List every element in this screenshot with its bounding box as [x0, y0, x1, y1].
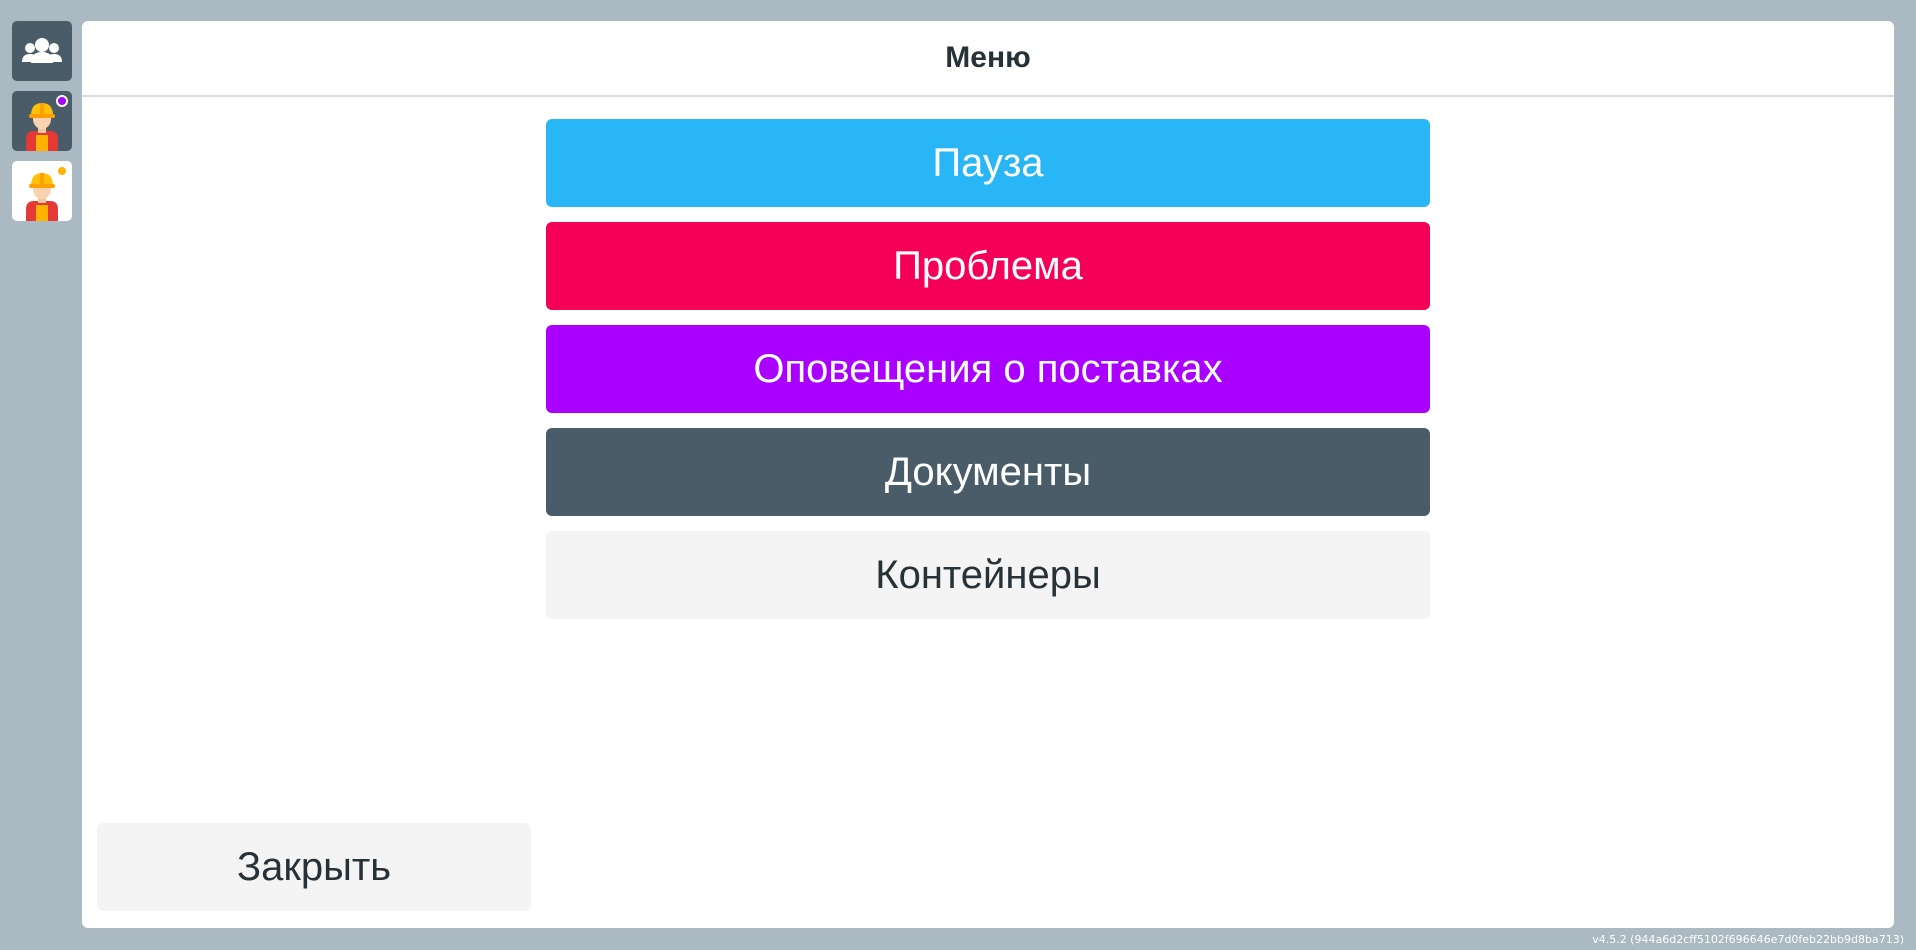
worker-profile-button-1[interactable] [12, 91, 72, 151]
close-button[interactable]: Закрыть [97, 823, 531, 911]
panel-header: Меню [82, 21, 1894, 97]
containers-button[interactable]: Контейнеры [546, 531, 1430, 619]
delivery-notifications-button[interactable]: Оповещения о поставках [546, 325, 1430, 413]
worker-profile-button-2[interactable] [12, 161, 72, 221]
documents-button[interactable]: Документы [546, 428, 1430, 516]
status-badge [56, 95, 68, 107]
menu-panel: Меню Пауза Проблема Оповещения о поставк… [82, 21, 1894, 928]
problem-button[interactable]: Проблема [546, 222, 1430, 310]
page-title: Меню [945, 41, 1031, 74]
sidebar [0, 0, 82, 950]
version-label: v4.5.2 (944a6d2cff5102f696646e7d0feb22bb… [1592, 933, 1904, 946]
users-group-icon [12, 21, 72, 81]
status-badge [56, 165, 68, 177]
pause-button[interactable]: Пауза [546, 119, 1430, 207]
users-group-button[interactable] [12, 21, 72, 81]
